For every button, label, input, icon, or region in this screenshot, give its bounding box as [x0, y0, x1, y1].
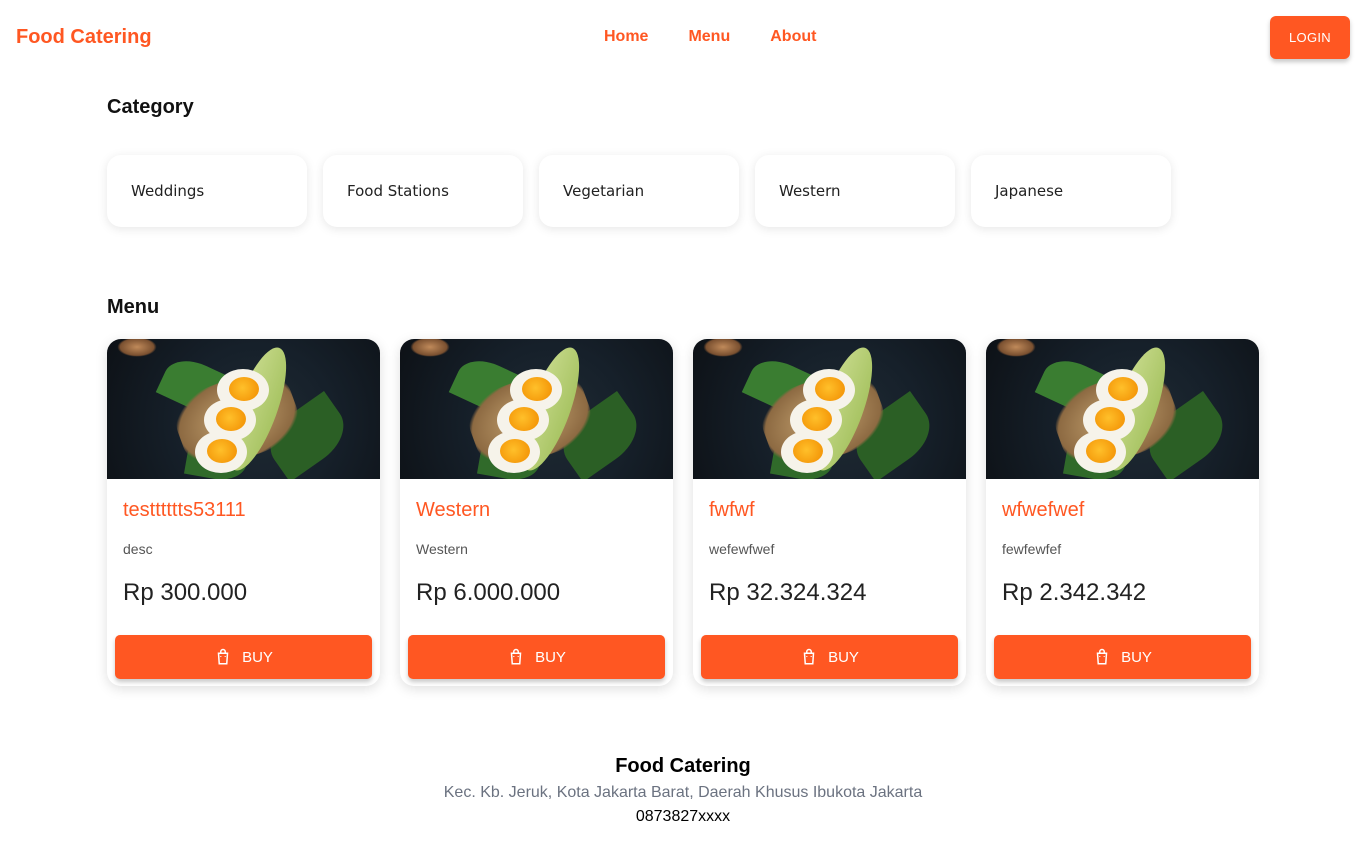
brand-logo[interactable]: Food Catering	[16, 26, 152, 49]
shopping-bag-icon	[803, 648, 815, 665]
menu-item-description: desc	[123, 541, 153, 557]
menu-card: wfwefwef fewfewfef Rp 2.342.342 BUY	[986, 339, 1259, 686]
shopping-bag-icon	[1096, 648, 1108, 665]
buy-button[interactable]: BUY	[701, 635, 958, 679]
menu-item-name: Western	[416, 499, 491, 521]
footer-phone: 0873827xxxx	[635, 808, 731, 825]
menu-item-price: Rp 300.000	[123, 579, 248, 606]
buy-button-label: BUY	[242, 648, 273, 666]
login-button[interactable]: LOGIN	[1270, 16, 1350, 59]
menu-item-description: Western	[416, 541, 468, 557]
menu-card: Western Western Rp 6.000.000 BUY	[400, 339, 673, 686]
buy-button[interactable]: BUY	[408, 635, 665, 679]
nav-home-link[interactable]: Home	[604, 28, 648, 46]
category-card-japanese[interactable]: Japanese	[971, 155, 1171, 227]
menu-card: fwfwf wefewfwef Rp 32.324.324 BUY	[693, 339, 966, 686]
category-card-western[interactable]: Western	[755, 155, 955, 227]
nav-menu-link[interactable]: Menu	[688, 28, 730, 46]
main-nav: Home Menu About	[604, 28, 856, 46]
menu-item-price: Rp 2.342.342	[1002, 579, 1147, 606]
menu-item-price: Rp 32.324.324	[709, 579, 867, 606]
shopping-bag-icon	[510, 648, 522, 665]
nav-about-link[interactable]: About	[770, 28, 816, 46]
menu-item-image	[400, 339, 673, 479]
navbar: Food Catering Home Menu About LOGIN	[0, 0, 1366, 74]
footer-brand: Food Catering	[615, 755, 751, 777]
category-card-vegetarian[interactable]: Vegetarian	[539, 155, 739, 227]
menu-card: testttttts53111 desc Rp 300.000 BUY	[107, 339, 380, 686]
menu-item-image	[107, 339, 380, 479]
menu-item-name: wfwefwef	[1002, 499, 1085, 521]
menu-item-image	[986, 339, 1259, 479]
footer-address: Kec. Kb. Jeruk, Kota Jakarta Barat, Daer…	[443, 784, 923, 801]
menu-item-name: testttttts53111	[123, 499, 246, 521]
menu-item-price: Rp 6.000.000	[416, 579, 561, 606]
menu-item-description: fewfewfef	[1002, 541, 1062, 557]
buy-button-label: BUY	[828, 648, 859, 666]
category-list: Weddings Food Stations Vegetarian Wester…	[107, 155, 1187, 227]
footer: Food Catering Kec. Kb. Jeruk, Kota Jakar…	[0, 755, 1366, 826]
shopping-bag-icon	[217, 648, 229, 665]
buy-button[interactable]: BUY	[994, 635, 1251, 679]
category-heading: Category	[107, 96, 194, 118]
menu-grid: testttttts53111 desc Rp 300.000 BUY West…	[107, 339, 1279, 686]
menu-item-name: fwfwf	[709, 499, 755, 521]
category-card-food-stations[interactable]: Food Stations	[323, 155, 523, 227]
menu-heading: Menu	[107, 296, 160, 318]
category-card-weddings[interactable]: Weddings	[107, 155, 307, 227]
buy-button-label: BUY	[535, 648, 566, 666]
menu-item-description: wefewfwef	[709, 541, 775, 557]
menu-item-image	[693, 339, 966, 479]
buy-button-label: BUY	[1121, 648, 1152, 666]
buy-button[interactable]: BUY	[115, 635, 372, 679]
